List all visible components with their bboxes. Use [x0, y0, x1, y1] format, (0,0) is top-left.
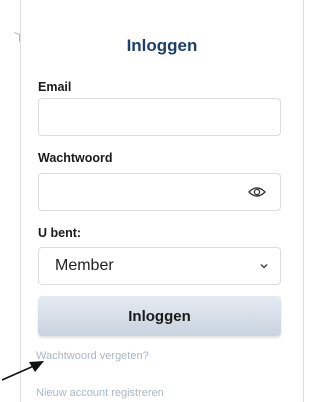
role-label: U bent: [38, 226, 82, 240]
login-page: Inloggen Email Wachtwoord U bent: Member… [0, 0, 311, 402]
eye-icon[interactable] [248, 186, 266, 198]
role-select-value: Member [55, 257, 114, 274]
chevron-down-icon [260, 264, 268, 269]
login-button[interactable]: Inloggen [38, 296, 281, 336]
email-field[interactable] [38, 98, 281, 136]
password-label: Wachtwoord [38, 151, 113, 165]
role-select[interactable]: Member [38, 247, 281, 285]
email-label: Email [38, 80, 72, 94]
register-link[interactable]: Nieuw account registreren [36, 387, 164, 399]
password-field[interactable] [38, 173, 281, 211]
forgot-password-link[interactable]: Wachtwoord vergeten? [36, 350, 149, 362]
arrow-icon [1, 361, 44, 381]
page-title: Inloggen [126, 36, 198, 55]
